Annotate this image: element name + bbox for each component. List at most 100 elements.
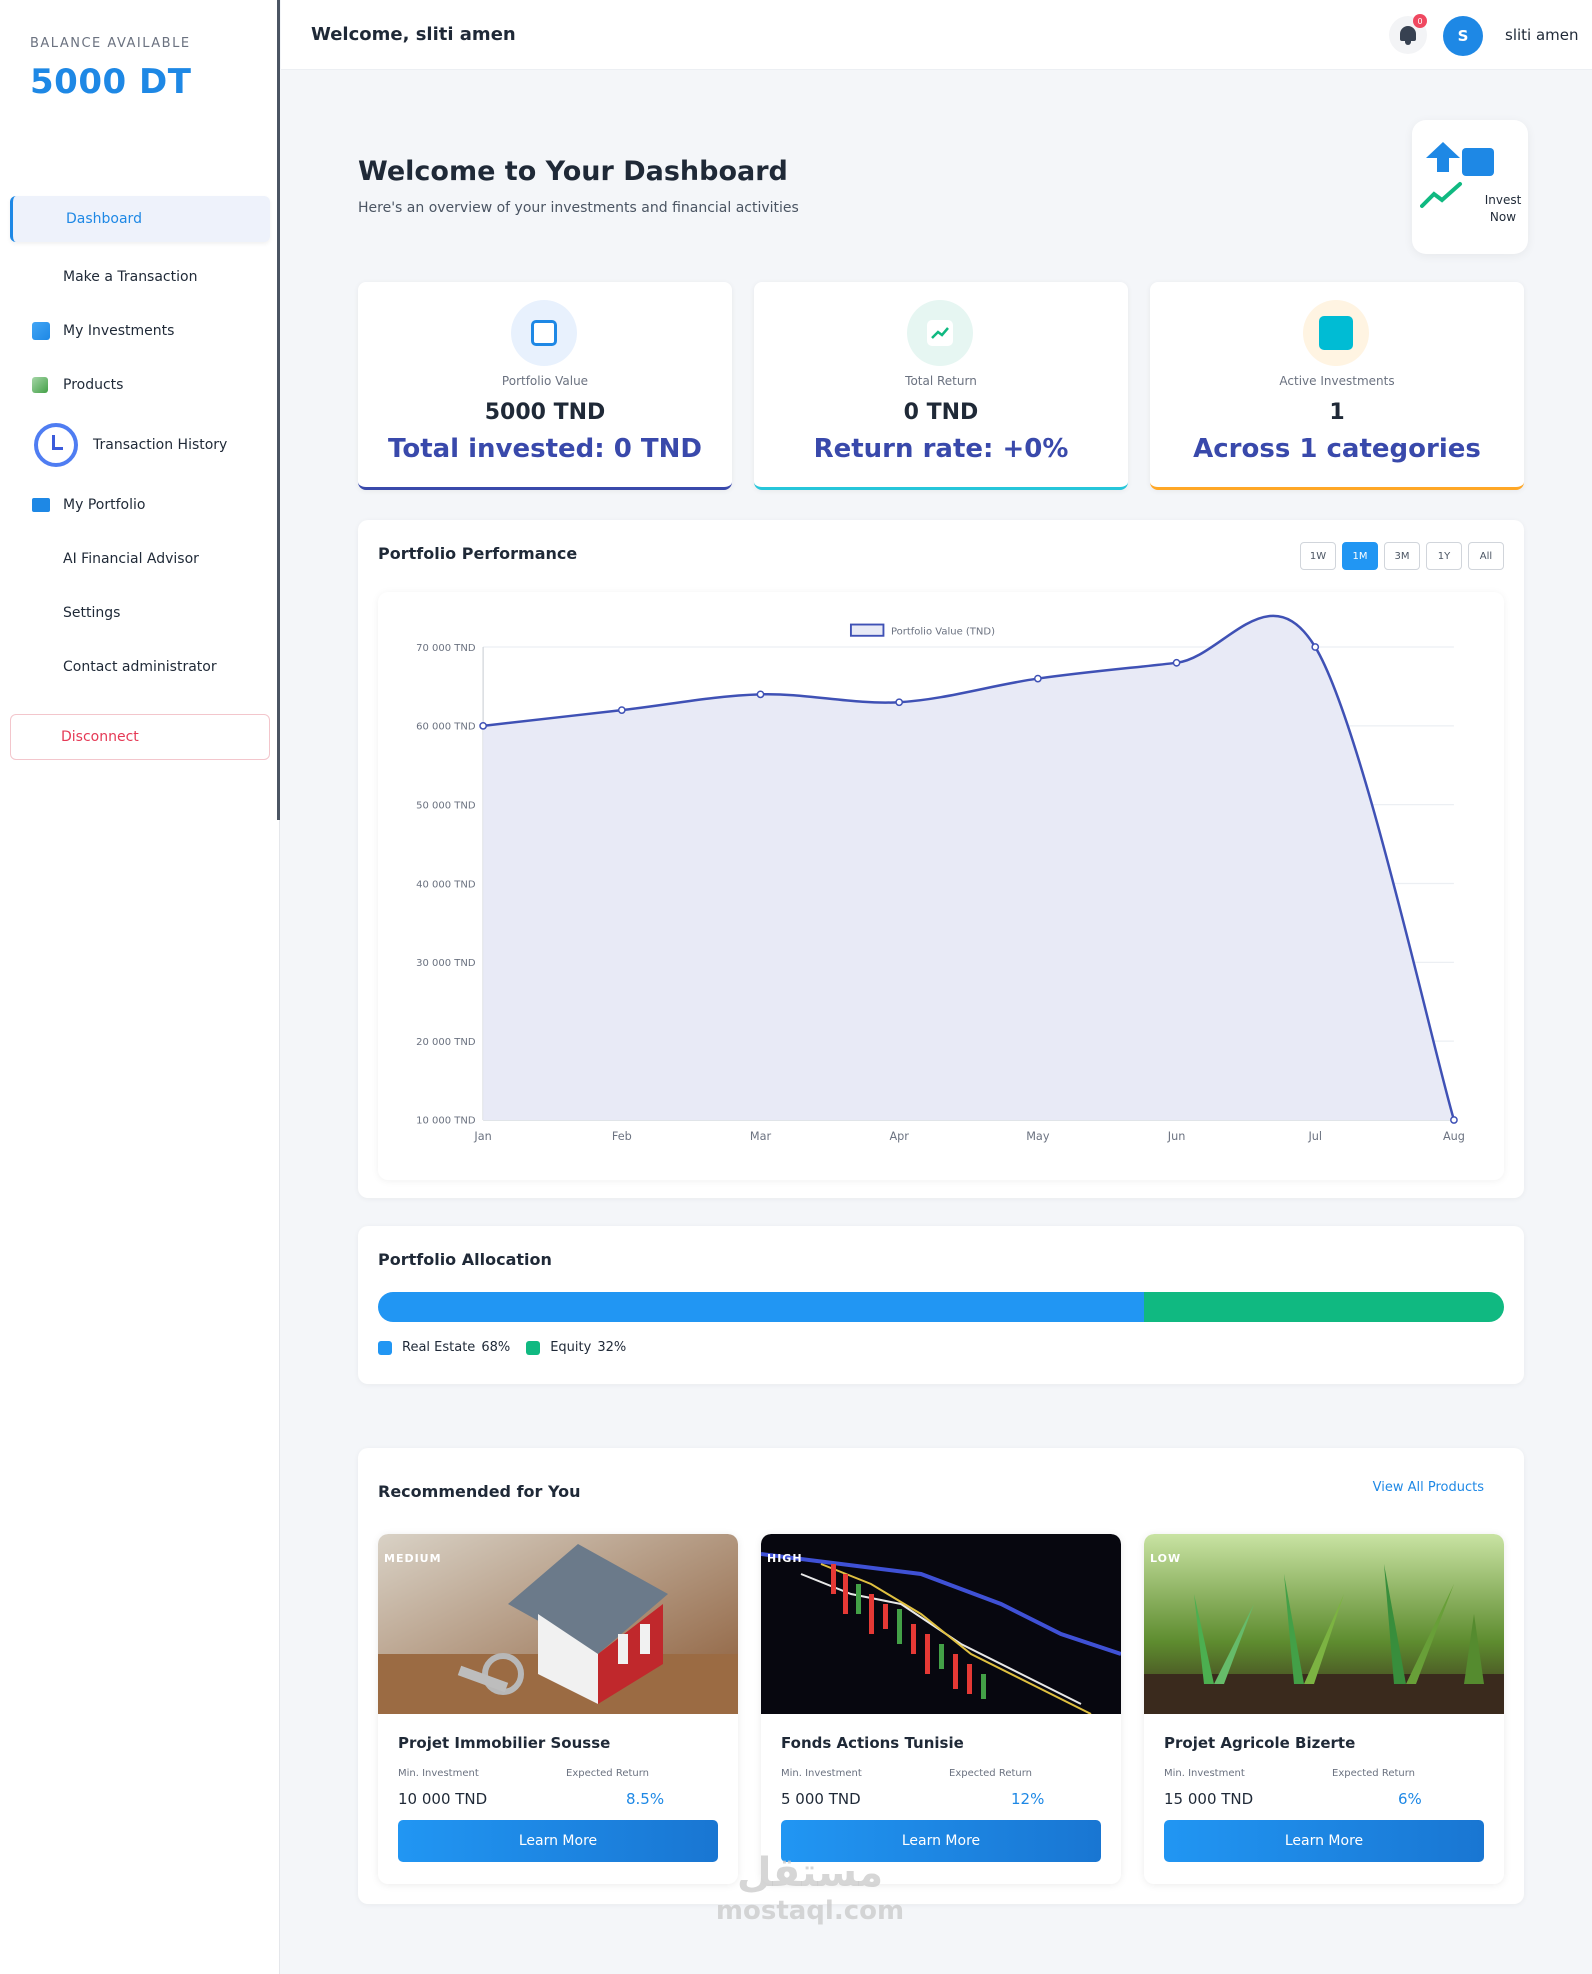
sidebar-item-my-investments[interactable]: My Investments (10, 304, 270, 358)
product-card: MEDIUM Projet Immobilier Sousse Min. Inv… (378, 1534, 738, 1884)
range-button-1w[interactable]: 1W (1300, 542, 1336, 570)
y-tick-label: 40 000 TND (416, 879, 476, 890)
portfolio-icon (32, 498, 50, 512)
legend-swatch (526, 1340, 541, 1355)
min-investment-value: 10 000 TND (398, 1790, 488, 1808)
notification-badge: 0 (1413, 14, 1427, 28)
range-button-3m[interactable]: 3M (1384, 542, 1420, 570)
stat-label: Active Investments (1279, 374, 1395, 388)
stat-sub: Total invested: 0 TND (388, 434, 702, 464)
panel-title: Portfolio Performance (378, 544, 578, 563)
sidebar-item-make-transaction[interactable]: Make a Transaction (10, 250, 270, 304)
page-title: Welcome to Your Dashboard (358, 156, 788, 187)
sidebar-item-my-portfolio[interactable]: My Portfolio (10, 478, 270, 532)
range-selector: 1W 1M 3M 1Y All (1300, 542, 1504, 570)
recommended-panel: Recommended for You View All Products ME… (358, 1448, 1524, 1904)
y-tick-label: 50 000 TND (416, 800, 476, 811)
stat-sub: Across 1 categories (1193, 434, 1481, 464)
wallet-icon (531, 320, 557, 346)
performance-chart-svg: 70 000 TND 60 000 TND 50 000 TND 40 000 TND… (416, 614, 1465, 1143)
data-point (1311, 643, 1320, 651)
x-tick-label: Mar (750, 1130, 772, 1143)
learn-more-button[interactable]: Learn More (1164, 1820, 1484, 1862)
data-point (1172, 658, 1181, 667)
topbar: Welcome, sliti amen 0 S sliti amen (281, 0, 1592, 70)
sidebar-item-transaction-history[interactable]: Transaction History (10, 412, 270, 478)
trend-up-icon (927, 320, 953, 346)
legend-item: Real Estate 68% (378, 1340, 510, 1355)
expected-return-label: Expected Return (566, 1768, 650, 1779)
bell-icon (1400, 26, 1416, 45)
x-tick-label: Jun (1167, 1130, 1186, 1143)
product-name: Projet Agricole Bizerte (1164, 1734, 1356, 1752)
sidebar-item-label: My Portfolio (63, 497, 146, 513)
stat-label: Total Return (905, 374, 977, 388)
stat-value: 0 TND (903, 400, 979, 425)
sidebar-item-dashboard[interactable]: Dashboard (10, 196, 270, 242)
sidebar-scrollbar[interactable] (277, 0, 280, 820)
min-investment-label: Min. Investment (398, 1768, 479, 1779)
disconnect-button[interactable]: Disconnect (10, 714, 270, 760)
sidebar: BALANCE AVAILABLE 5000 DT Dashboard Make… (0, 0, 280, 1974)
expected-return-value: 12% (1011, 1790, 1045, 1808)
sidebar-item-ai-advisor[interactable]: AI Financial Advisor (10, 532, 270, 586)
welcome-message: Welcome, sliti amen (311, 24, 516, 45)
legend-swatch (849, 623, 885, 637)
x-tick-label: Aug (1443, 1130, 1465, 1143)
allocation-segment-equity (1143, 1292, 1504, 1322)
sidebar-item-settings[interactable]: Settings (10, 586, 270, 640)
arrow-up-icon (1426, 142, 1460, 172)
portfolio-allocation-panel: Portfolio Allocation Real Estate 68% Equ… (358, 1226, 1524, 1384)
range-button-1m[interactable]: 1M (1342, 542, 1378, 570)
stat-icon-bg (511, 300, 577, 366)
y-tick-label: 60 000 TND (416, 722, 476, 733)
range-button-all[interactable]: All (1468, 542, 1504, 570)
sidebar-item-label: Make a Transaction (63, 269, 198, 285)
invest-now-button[interactable]: Invest Now (1412, 120, 1528, 254)
panel-title: Recommended for You (378, 1482, 581, 1501)
sidebar-item-products[interactable]: Products (10, 358, 270, 412)
panel-title: Portfolio Allocation (378, 1250, 552, 1269)
trend-up-icon (1420, 182, 1462, 208)
legend-label: Real Estate (402, 1340, 476, 1355)
view-all-products-link[interactable]: View All Products (1373, 1480, 1484, 1495)
stat-card-active-investments: Active Investments 1 Across 1 categories (1150, 282, 1524, 490)
briefcase-icon (1319, 316, 1353, 350)
x-tick-label: Jan (473, 1130, 491, 1143)
data-point (1450, 1116, 1458, 1124)
sidebar-item-label: Contact administrator (63, 659, 217, 675)
min-investment-value: 5 000 TND (781, 1790, 861, 1808)
avatar[interactable]: S (1443, 16, 1483, 56)
y-tick-label: 20 000 TND (416, 1037, 476, 1048)
stat-value: 5000 TND (484, 400, 606, 425)
sidebar-item-label: Dashboard (66, 211, 142, 227)
range-button-1y[interactable]: 1Y (1426, 542, 1462, 570)
x-tick-label: May (1026, 1130, 1050, 1143)
allocation-segment-real-estate (378, 1292, 1144, 1322)
x-tick-label: Feb (612, 1130, 632, 1143)
history-icon (34, 423, 78, 467)
min-investment-value: 15 000 TND (1164, 1790, 1254, 1808)
legend-label: Portfolio Value (TND) (891, 627, 995, 638)
notifications-button[interactable]: 0 (1389, 14, 1427, 54)
sidebar-item-label: My Investments (63, 323, 175, 339)
data-point (895, 698, 904, 707)
product-image-crops: LOW (1144, 1534, 1504, 1714)
allocation-bar (378, 1292, 1504, 1322)
sidebar-item-label: Products (63, 377, 124, 393)
watermark-text: mostaql.com (715, 1896, 905, 1926)
x-tick-label: Jul (1307, 1130, 1322, 1143)
investments-icon (32, 322, 50, 340)
sidebar-item-contact-admin[interactable]: Contact administrator (10, 640, 270, 694)
learn-more-button[interactable]: Learn More (398, 1820, 718, 1862)
expected-return-value: 6% (1398, 1790, 1422, 1808)
stat-icon-bg (907, 300, 973, 366)
min-investment-label: Min. Investment (781, 1768, 862, 1779)
sidebar-item-label: Transaction History (93, 437, 228, 453)
username[interactable]: sliti amen (1505, 26, 1579, 44)
y-tick-label: 30 000 TND (416, 958, 476, 969)
performance-chart: 70 000 TND 60 000 TND 50 000 TND 40 000 TND… (378, 592, 1504, 1180)
chart-bar-icon (32, 377, 48, 393)
x-tick-label: Apr (889, 1130, 909, 1143)
sidebar-item-label: Settings (63, 605, 121, 621)
